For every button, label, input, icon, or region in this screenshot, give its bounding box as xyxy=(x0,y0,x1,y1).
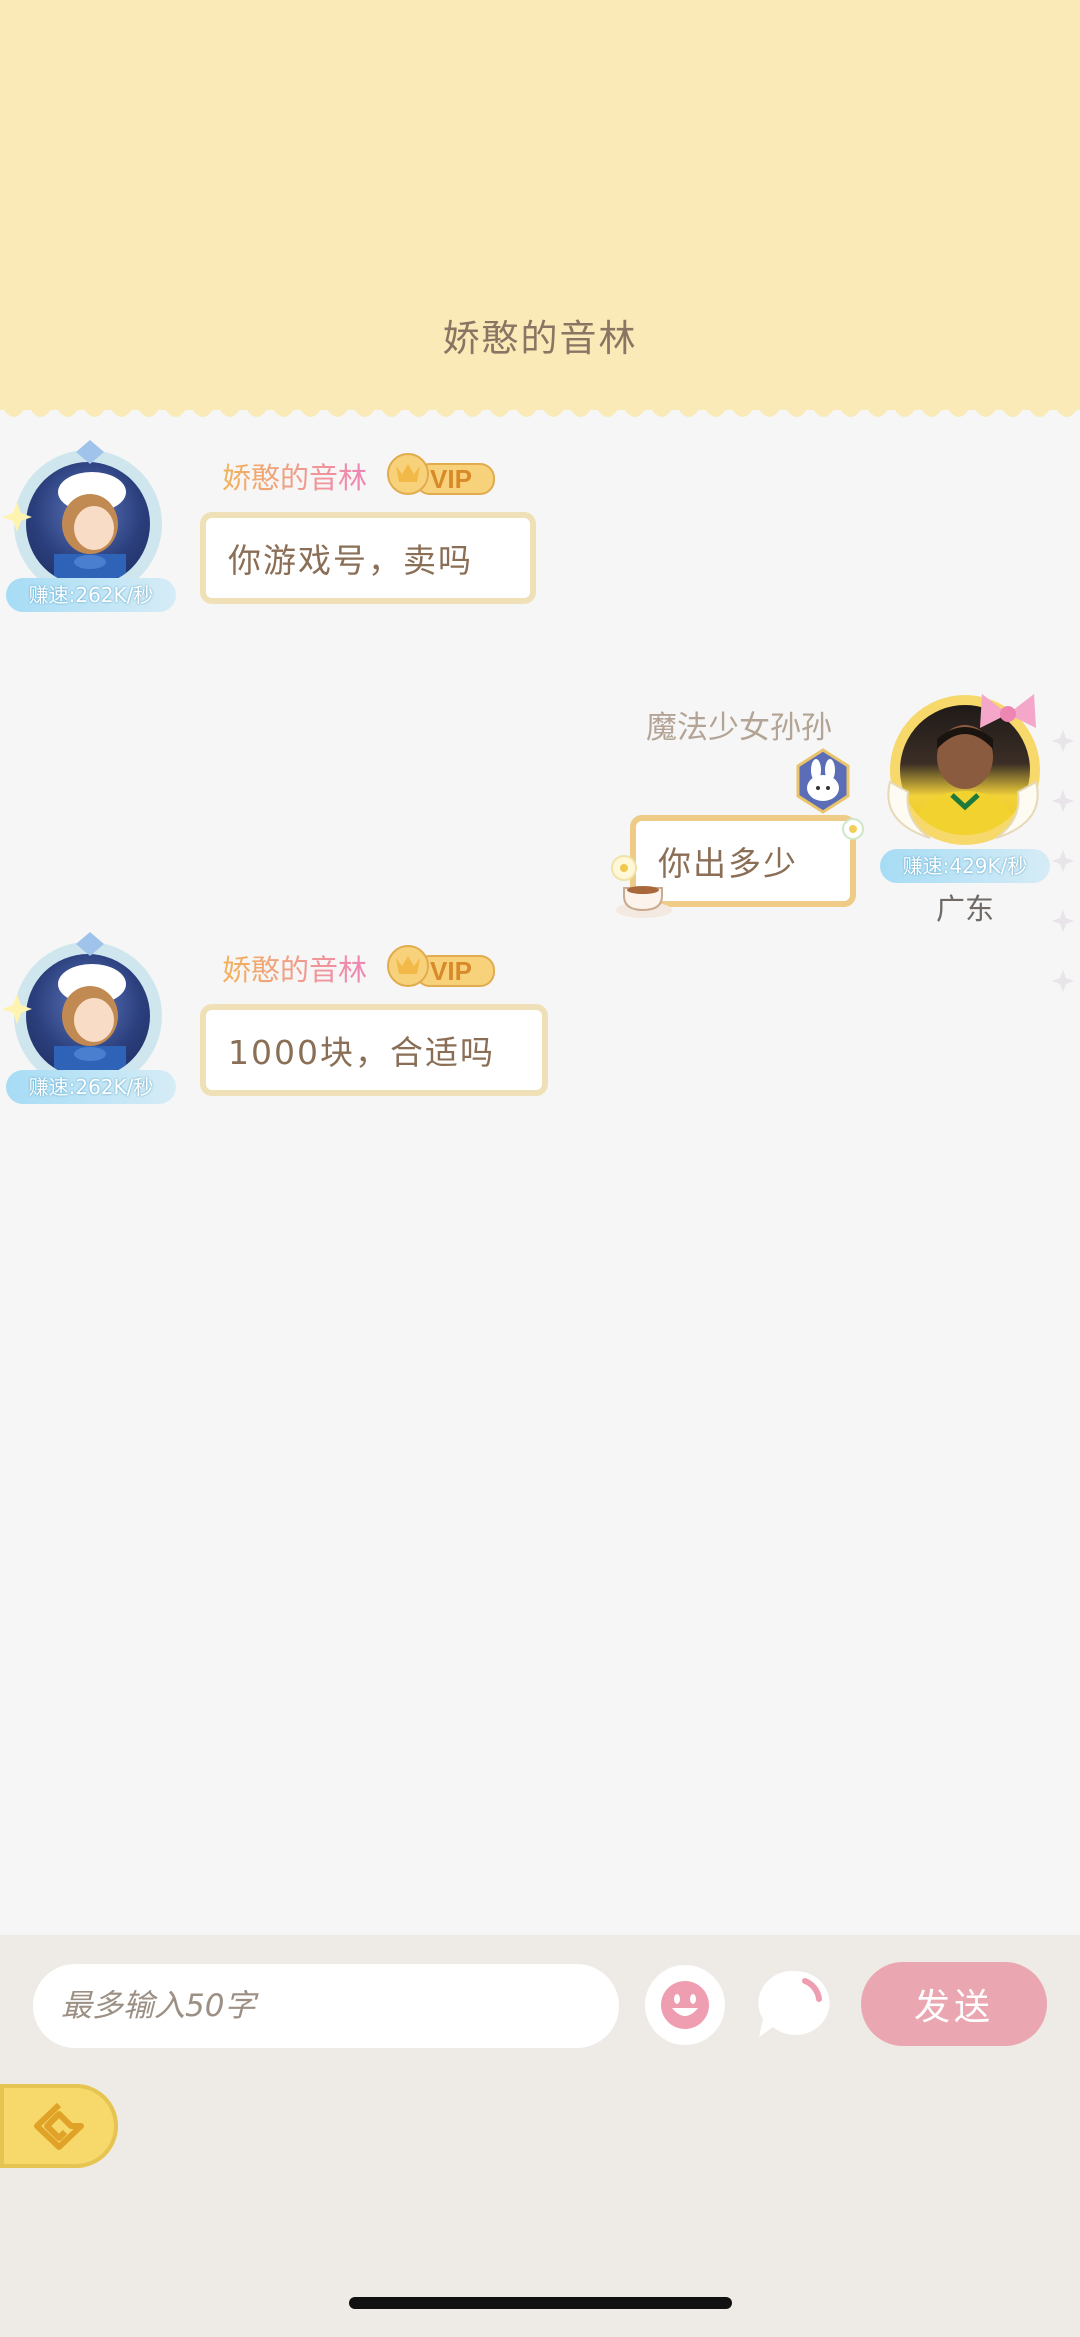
wings-icon xyxy=(887,780,1039,839)
avatar-frame xyxy=(14,450,162,598)
sparkle-icon xyxy=(2,994,32,1024)
crown-gem-icon xyxy=(76,932,104,956)
chat-bubble-icon xyxy=(758,1970,830,2037)
sender-avatar[interactable]: 赚速:262K/秒 xyxy=(0,440,180,640)
message-text: 你游戏号，卖吗 xyxy=(228,541,473,580)
avatar-image xyxy=(26,462,150,586)
teacup-flower-icon xyxy=(611,855,672,918)
send-button[interactable]: 发送 xyxy=(861,1962,1047,2046)
vip-crown-icon: VIP xyxy=(387,453,495,495)
sender-name: 娇憨的音林 xyxy=(222,455,367,497)
speed-badge: 赚速:262K/秒 xyxy=(6,578,176,612)
message-text: 你出多少 xyxy=(658,844,798,883)
region-label: 广东 xyxy=(935,892,994,926)
quick-reply-button[interactable] xyxy=(755,1965,835,2045)
crown-gem-icon xyxy=(76,440,104,464)
vip-label: VIP xyxy=(430,956,472,986)
message-bubble[interactable]: 你游戏号，卖吗 xyxy=(200,512,536,604)
emoji-button[interactable] xyxy=(645,1965,725,2045)
my-name: 魔法少女孙孙 xyxy=(646,710,832,746)
header-scallop-border xyxy=(0,394,1080,417)
speed-badge: 赚速:429K/秒 xyxy=(880,849,1050,883)
bunny-badge-icon xyxy=(796,748,850,814)
sender-name: 娇憨的音林 xyxy=(222,947,367,989)
avatar-image xyxy=(26,954,150,1078)
page-title: 娇憨的音林 xyxy=(442,317,638,360)
sender-avatar[interactable]: 赚速:262K/秒 xyxy=(0,932,180,1132)
emoji-icon xyxy=(661,1981,709,2029)
message-bubble[interactable]: 1000块，合适吗 xyxy=(200,1004,548,1096)
anime-girl-icon xyxy=(54,964,126,1078)
side-decoration xyxy=(1052,730,1074,992)
speed-badge: 赚速:262K/秒 xyxy=(6,1070,176,1104)
message-text: 1000块，合适吗 xyxy=(228,1033,495,1072)
avatar-frame xyxy=(14,942,162,1090)
back-arrow-icon xyxy=(34,2102,84,2150)
sparkle-icon xyxy=(2,502,32,532)
bow-icon xyxy=(980,694,1036,728)
home-indicator[interactable] xyxy=(349,2297,732,2309)
vip-label: VIP xyxy=(430,464,472,494)
vip-crown-icon: VIP xyxy=(387,945,495,987)
message-input[interactable] xyxy=(33,1964,619,2048)
anime-girl-icon xyxy=(54,472,126,586)
flower-icon xyxy=(842,818,864,840)
back-button[interactable] xyxy=(0,2084,118,2168)
